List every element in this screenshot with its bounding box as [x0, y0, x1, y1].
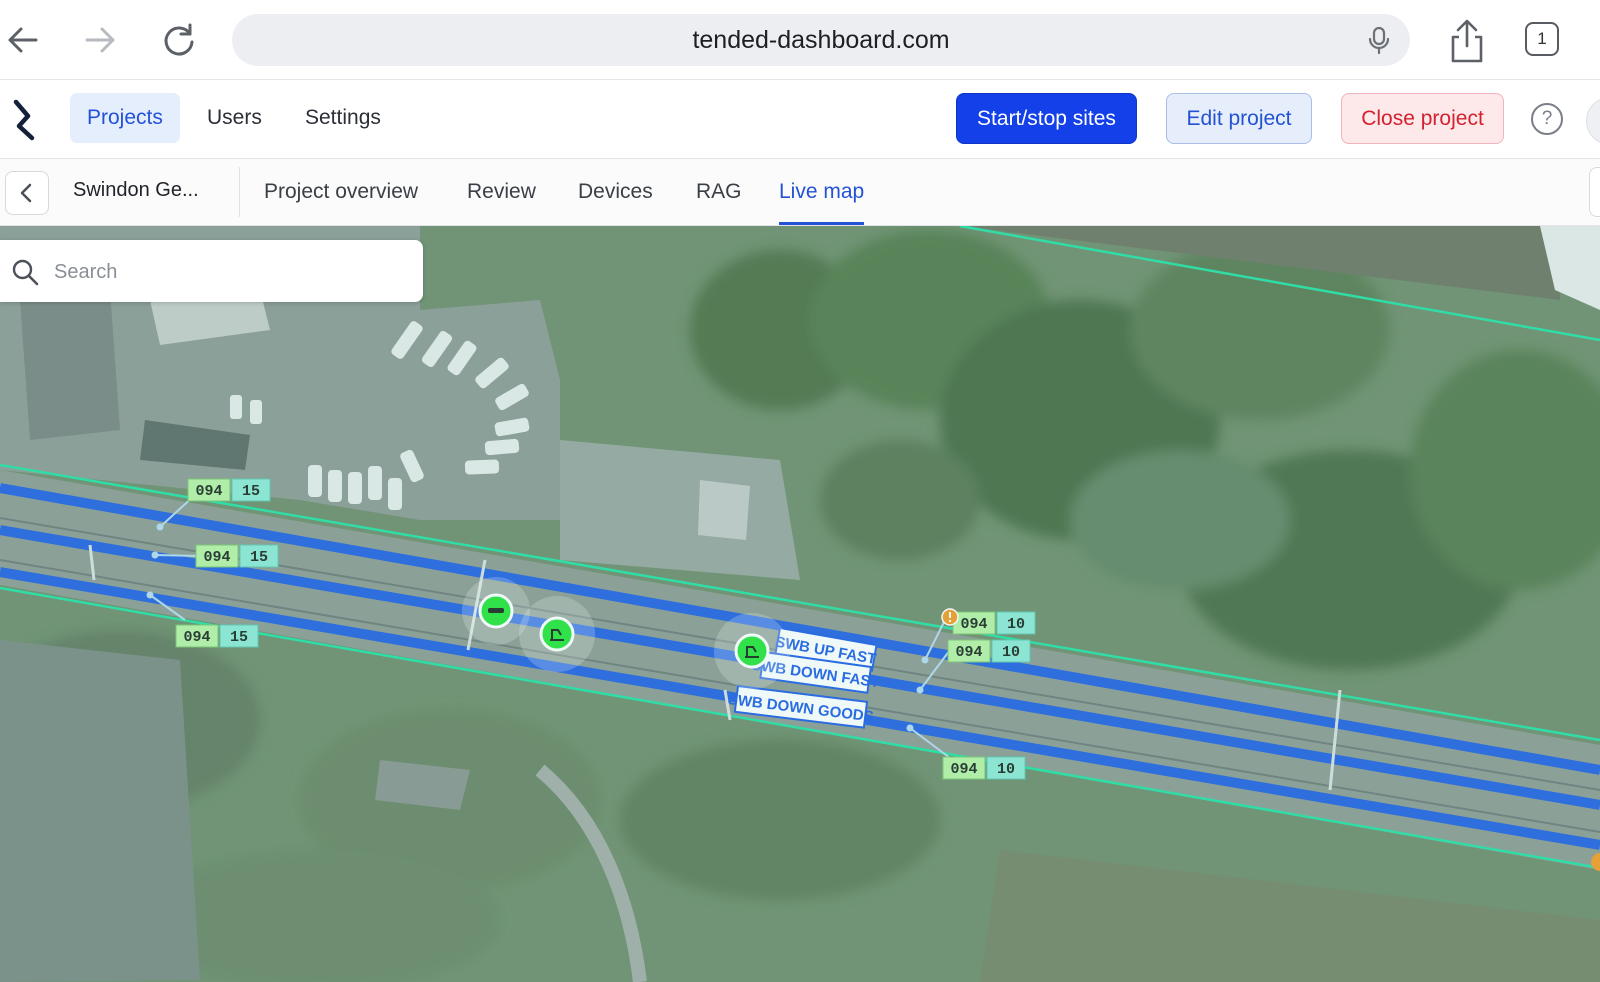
- tab-rag[interactable]: RAG: [696, 159, 742, 225]
- search-icon: [12, 259, 39, 286]
- project-name: Swindon Ge...: [73, 179, 199, 201]
- url-text: tended-dashboard.com: [692, 25, 950, 54]
- nav-settings[interactable]: Settings: [288, 93, 398, 143]
- arrow-left-icon: [8, 27, 38, 53]
- edit-project-button[interactable]: Edit project: [1166, 93, 1312, 144]
- tab-review[interactable]: Review: [467, 159, 536, 225]
- tab-count: 1: [1537, 29, 1547, 48]
- chevron-left-icon: [20, 183, 32, 203]
- tended-logo-icon[interactable]: [8, 98, 48, 142]
- nav-users[interactable]: Users: [190, 93, 279, 143]
- tab-project-overview[interactable]: Project overview: [264, 159, 418, 225]
- map-search: [0, 240, 423, 302]
- nav-projects[interactable]: Projects: [70, 93, 180, 143]
- avatar[interactable]: [1586, 97, 1600, 145]
- browser-reload-button[interactable]: [156, 17, 202, 63]
- satellite-map[interactable]: 094 15 094 15 094 15 094 10 094 10 094 1…: [0, 226, 1600, 982]
- reload-icon: [164, 23, 194, 56]
- browser-forward-button[interactable]: [77, 17, 123, 63]
- back-button[interactable]: [5, 171, 49, 215]
- app-header: Projects Users Settings Start/stop sites…: [0, 80, 1600, 159]
- help-symbol: ?: [1541, 108, 1553, 129]
- share-icon[interactable]: [1445, 18, 1489, 64]
- browser-toolbar: tended-dashboard.com 1: [0, 0, 1600, 80]
- map-overlay-tint: [0, 226, 1600, 982]
- close-project-button[interactable]: Close project: [1341, 93, 1504, 144]
- microphone-icon[interactable]: [1364, 25, 1394, 55]
- start-stop-sites-button[interactable]: Start/stop sites: [956, 93, 1137, 144]
- address-bar[interactable]: tended-dashboard.com: [232, 14, 1410, 66]
- project-subheader: Swindon Ge... Project overview Review De…: [0, 159, 1600, 226]
- arrow-right-icon: [85, 27, 115, 53]
- help-icon[interactable]: ?: [1531, 103, 1563, 135]
- tab-live-map[interactable]: Live map: [779, 159, 865, 225]
- map-control-button[interactable]: [1589, 167, 1600, 217]
- tab-switcher-button[interactable]: 1: [1525, 22, 1559, 56]
- divider: [239, 167, 240, 217]
- tab-devices[interactable]: Devices: [578, 159, 653, 225]
- browser-back-button[interactable]: [0, 17, 46, 63]
- search-input[interactable]: [52, 252, 406, 292]
- live-map[interactable]: 094 15 094 15 094 15 094 10 094 10 094 1…: [0, 226, 1600, 982]
